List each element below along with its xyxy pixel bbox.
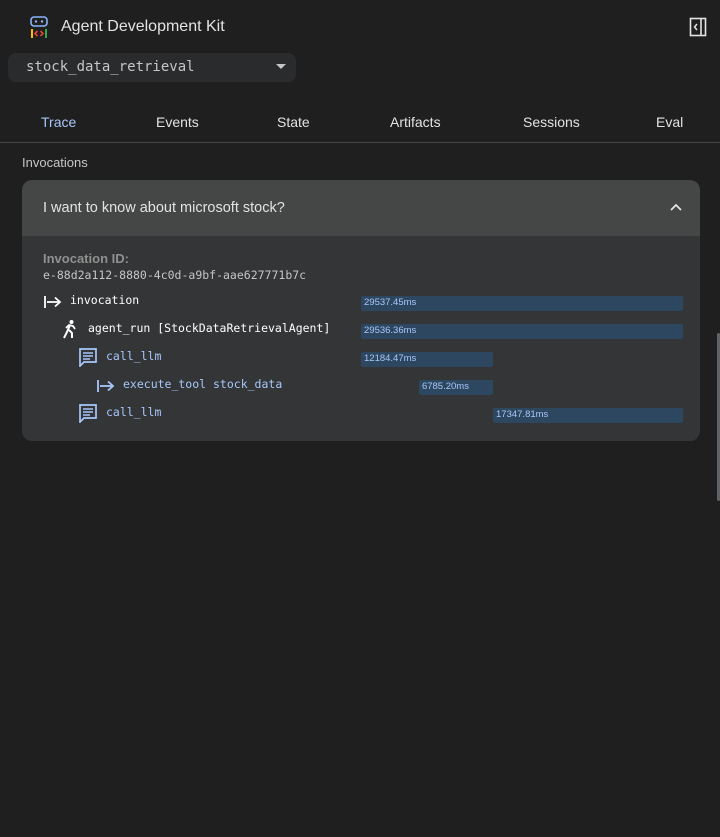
- tab-label: Events: [156, 114, 199, 130]
- tab-trace[interactable]: Trace: [0, 100, 115, 142]
- arrow-right-to-line-icon: [97, 380, 115, 392]
- dropdown-caret-icon: [276, 64, 286, 69]
- tab-events[interactable]: Events: [115, 100, 235, 142]
- invocation-panel: I want to know about microsoft stock? In…: [22, 180, 700, 441]
- agent-select[interactable]: stock_data_retrieval: [8, 53, 296, 82]
- trace-name: call_llm: [106, 349, 162, 363]
- agent-select-value: stock_data_retrieval: [26, 59, 195, 75]
- tab-label: State: [277, 114, 310, 130]
- trace-duration-bar: 12184.47ms: [361, 352, 494, 367]
- tab-state[interactable]: State: [235, 100, 350, 142]
- active-tab-indicator: [0, 141, 115, 143]
- arrow-right-to-line-icon: [44, 296, 62, 308]
- trace-row-execute-tool[interactable]: execute_tool stock_data 6785.20ms: [22, 374, 700, 398]
- app-header: Agent Development Kit: [0, 0, 720, 54]
- app-title: Agent Development Kit: [61, 18, 225, 35]
- chat-message-icon: [79, 404, 97, 423]
- tab-label: Sessions: [523, 114, 580, 130]
- running-person-icon: [63, 320, 76, 339]
- trace-row-invocation[interactable]: invocation 29537.45ms: [22, 290, 700, 314]
- trace-row-agent-run[interactable]: agent_run [StockDataRetrievalAgent] 2953…: [22, 318, 700, 342]
- trace-duration-label: 29536.36ms: [364, 325, 417, 336]
- trace-name: call_llm: [106, 405, 162, 419]
- trace-name: invocation: [70, 293, 140, 307]
- tab-artifacts[interactable]: Artifacts: [350, 100, 480, 142]
- trace-row-call-llm[interactable]: call_llm 17347.81ms: [22, 402, 700, 426]
- trace-duration-label: 12184.47ms: [364, 353, 417, 364]
- trace-name: agent_run [StockDataRetrievalAgent]: [88, 321, 331, 335]
- chevron-up-icon[interactable]: [669, 202, 683, 212]
- tab-label: Eval: [656, 114, 684, 130]
- invocations-heading: Invocations: [22, 155, 88, 170]
- trace-duration-bar: 17347.81ms: [493, 408, 683, 423]
- trace-duration-label: 6785.20ms: [421, 381, 469, 392]
- trace-duration-bar: 29537.45ms: [361, 296, 683, 311]
- chat-message-icon: [79, 348, 97, 367]
- trace-duration-label: 17347.81ms: [496, 409, 549, 420]
- trace-name: execute_tool stock_data: [123, 377, 283, 391]
- tab-label: Artifacts: [390, 114, 441, 130]
- tab-eval[interactable]: Eval: [615, 100, 720, 142]
- tab-label: Trace: [41, 114, 77, 130]
- invocation-question: I want to know about microsoft stock?: [43, 200, 285, 216]
- tab-bar: Trace Events State Artifacts Sessions Ev…: [0, 100, 720, 143]
- trace-duration-bar: 6785.20ms: [418, 380, 493, 395]
- trace-row-call-llm[interactable]: call_llm 12184.47ms: [22, 346, 700, 370]
- trace-duration-bar: 29536.36ms: [361, 324, 683, 339]
- side-panel-toggle-icon[interactable]: [689, 17, 707, 37]
- trace-duration-label: 29537.45ms: [364, 297, 417, 308]
- adk-logo-icon: [30, 16, 48, 38]
- tab-sessions[interactable]: Sessions: [480, 100, 615, 142]
- invocation-id-value: e-88d2a112-8880-4c0d-a9bf-aae627771b7c: [43, 268, 307, 282]
- invocation-id-label: Invocation ID:: [43, 251, 129, 266]
- invocation-panel-header[interactable]: I want to know about microsoft stock?: [22, 180, 700, 236]
